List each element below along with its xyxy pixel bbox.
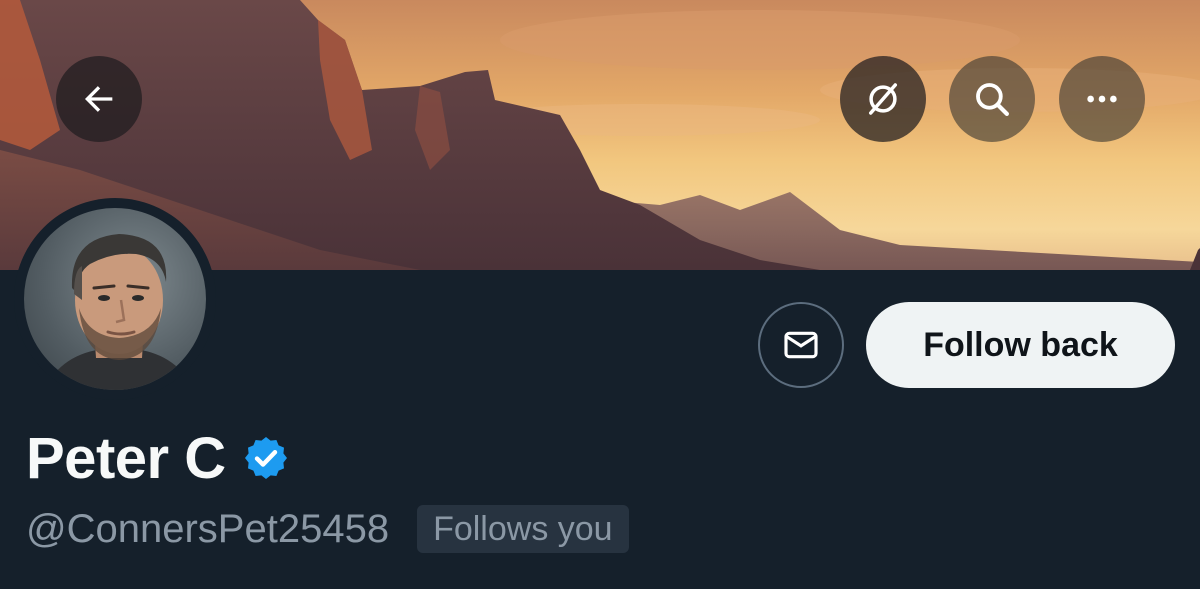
follows-you-badge: Follows you — [417, 505, 629, 553]
profile-page: Follow back Peter C @ConnersPet25458 Fol… — [0, 0, 1200, 589]
follow-back-button[interactable]: Follow back — [866, 302, 1175, 388]
message-button[interactable] — [758, 302, 844, 388]
arrow-left-icon — [85, 86, 113, 112]
search-button[interactable] — [949, 56, 1035, 142]
avatar[interactable] — [24, 208, 206, 390]
more-horizontal-icon — [1087, 95, 1117, 103]
grok-icon — [869, 83, 897, 115]
verified-badge-icon[interactable] — [242, 434, 290, 482]
envelope-icon — [784, 331, 818, 359]
avatar-portrait-image — [44, 234, 194, 390]
more-options-button[interactable] — [1059, 56, 1145, 142]
verified-badge-icon-graphic — [244, 437, 287, 479]
search-icon — [976, 83, 1009, 116]
handle-row: @ConnersPet25458 Follows you — [26, 504, 629, 554]
back-button[interactable] — [56, 56, 142, 142]
display-name: Peter C — [26, 425, 226, 491]
user-handle: @ConnersPet25458 — [26, 506, 390, 551]
name-row: Peter C — [26, 420, 290, 496]
grok-button[interactable] — [840, 56, 926, 142]
